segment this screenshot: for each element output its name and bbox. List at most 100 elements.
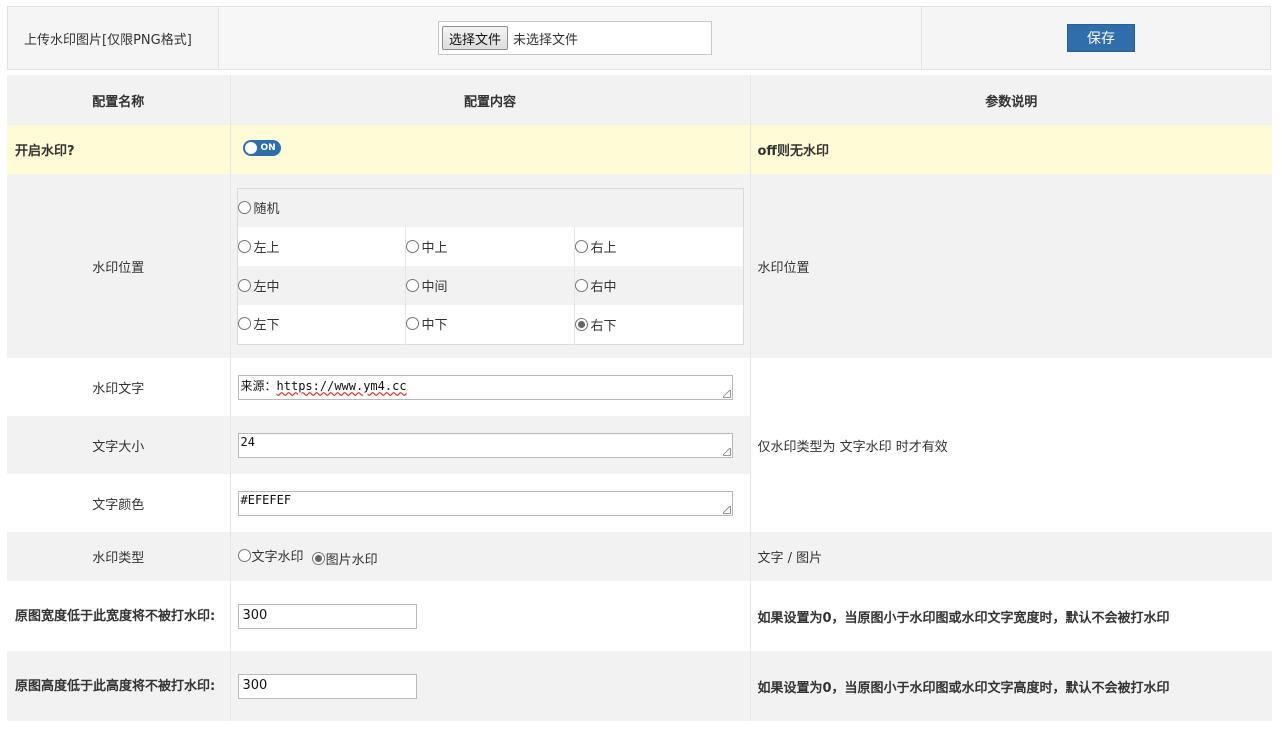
upload-label: 上传水印图片[仅限PNG格式] bbox=[24, 32, 192, 48]
radio-label: 图片水印 bbox=[325, 552, 378, 568]
min-height-desc: 如果设置为0，当原图小于水印图或水印文字高度时，默认不会被打水印 bbox=[749, 651, 1272, 721]
radio-circle bbox=[405, 239, 419, 253]
position-grid: 随机 左上 中上 右上 左中 中间 右中 左下 中下 右下 bbox=[236, 187, 744, 345]
watermark-text-input[interactable]: 来源：https://www.ym4.cc bbox=[237, 374, 733, 400]
radio-circle bbox=[405, 278, 419, 292]
min-height-cell: 300 bbox=[229, 651, 750, 721]
table-row: 开启水印? ON off则无水印 bbox=[7, 125, 1272, 174]
min-height-label: 原图高度低于此高度将不被打水印: bbox=[7, 651, 230, 721]
position-cell-bottom-left: 左下 bbox=[237, 305, 405, 344]
min-width-cell: 300 bbox=[229, 581, 750, 651]
position-bottom-right-radio[interactable]: 右下 bbox=[574, 315, 617, 334]
radio-label: 右上 bbox=[590, 240, 617, 256]
upload-label-cell: 上传水印图片[仅限PNG格式] bbox=[8, 7, 219, 69]
font-color-label: 文字颜色 bbox=[7, 474, 230, 532]
font-size-cell: 24 bbox=[229, 416, 750, 474]
font-size-label: 文字大小 bbox=[7, 416, 230, 474]
min-width-label: 原图宽度低于此宽度将不被打水印: bbox=[7, 581, 230, 651]
font-color-input[interactable]: #EFEFEF bbox=[237, 490, 733, 516]
radio-circle bbox=[237, 239, 251, 253]
watermark-toggle[interactable]: ON bbox=[242, 140, 281, 156]
position-cell-top-center: 中上 bbox=[404, 227, 574, 266]
choose-file-button[interactable]: 选择文件 bbox=[442, 26, 509, 50]
file-status: 未选择文件 bbox=[513, 32, 579, 48]
radio-label: 右中 bbox=[590, 279, 617, 295]
radio-circle bbox=[237, 200, 251, 214]
table-row: 原图宽度低于此宽度将不被打水印: 300 如果设置为0，当原图小于水印图或水印文… bbox=[7, 581, 1272, 651]
type-cell: 文字水印 图片水印 bbox=[229, 532, 750, 581]
position-cell-center: 中间 bbox=[404, 266, 574, 305]
font-size-input[interactable]: 24 bbox=[237, 432, 733, 458]
resize-grip-icon[interactable] bbox=[722, 505, 731, 514]
radio-label: 左上 bbox=[253, 240, 280, 256]
position-bottom-center-radio[interactable]: 中下 bbox=[405, 314, 448, 334]
upload-bar: 上传水印图片[仅限PNG格式] 选择文件 未选择文件 保存 bbox=[7, 6, 1271, 70]
table-row: 水印位置 随机 左上 中上 右上 左中 中间 右中 左下 中下 右下 水印位置 bbox=[7, 174, 1272, 358]
type-image-radio[interactable]: 图片水印 bbox=[311, 549, 378, 568]
font-color-cell: #EFEFEF bbox=[229, 474, 750, 532]
radio-label: 中上 bbox=[421, 240, 448, 256]
text-desc: 仅水印类型为 文字水印 时才有效 bbox=[749, 358, 1272, 532]
position-middle-left-radio[interactable]: 左中 bbox=[237, 276, 280, 295]
save-button[interactable]: 保存 bbox=[1067, 24, 1135, 52]
radio-circle-checked bbox=[574, 317, 588, 331]
radio-label: 中下 bbox=[421, 318, 448, 334]
position-cell-bottom-right: 右下 bbox=[573, 305, 743, 344]
radio-label: 右下 bbox=[590, 318, 617, 334]
type-label: 水印类型 bbox=[7, 532, 230, 581]
header-config-content: 配置内容 bbox=[229, 75, 750, 125]
toggle-text: ON bbox=[260, 143, 276, 153]
header-config-name: 配置名称 bbox=[7, 75, 230, 125]
toggle-knob bbox=[243, 141, 258, 155]
type-desc: 文字 / 图片 bbox=[749, 532, 1272, 581]
table-row: 原图高度低于此高度将不被打水印: 300 如果设置为0，当原图小于水印图或水印文… bbox=[7, 651, 1272, 721]
enable-label: 开启水印? bbox=[7, 125, 230, 174]
position-middle-right-radio[interactable]: 右中 bbox=[574, 276, 617, 295]
radio-label: 左中 bbox=[253, 279, 280, 295]
radio-label: 随机 bbox=[253, 201, 280, 217]
min-width-desc: 如果设置为0，当原图小于水印图或水印文字宽度时，默认不会被打水印 bbox=[749, 581, 1272, 651]
position-label: 水印位置 bbox=[7, 174, 230, 358]
file-input[interactable]: 选择文件 未选择文件 bbox=[438, 21, 712, 55]
min-width-input[interactable]: 300 bbox=[237, 603, 417, 629]
enable-desc: off则无水印 bbox=[749, 125, 1272, 174]
header-param-desc: 参数说明 bbox=[749, 75, 1272, 125]
font-color-value: #EFEFEF bbox=[240, 492, 292, 507]
upload-input-cell: 选择文件 未选择文件 bbox=[219, 7, 922, 69]
save-cell: 保存 bbox=[922, 7, 1270, 69]
table-row: 水印文字 来源：https://www.ym4.cc 仅水印类型为 文字水印 时… bbox=[7, 358, 1272, 532]
position-random-radio[interactable]: 随机 bbox=[237, 198, 280, 217]
position-top-center-radio[interactable]: 中上 bbox=[405, 237, 448, 256]
type-text-radio[interactable]: 文字水印 bbox=[237, 546, 304, 565]
enable-cell: ON bbox=[229, 125, 750, 174]
position-cell-middle-left: 左中 bbox=[237, 266, 405, 305]
position-top-left-radio[interactable]: 左上 bbox=[237, 237, 280, 256]
text-cell: 来源：https://www.ym4.cc bbox=[229, 358, 750, 416]
position-cell: 随机 左上 中上 右上 左中 中间 右中 左下 中下 右下 bbox=[229, 174, 750, 358]
position-bottom-left-radio[interactable]: 左下 bbox=[237, 314, 280, 334]
radio-circle bbox=[405, 317, 419, 331]
position-center-radio[interactable]: 中间 bbox=[405, 276, 448, 295]
radio-label: 中间 bbox=[421, 279, 448, 295]
position-cell-bottom-center: 中下 bbox=[404, 305, 574, 344]
position-desc: 水印位置 bbox=[749, 174, 1272, 358]
text-value-prefix: 来源： bbox=[240, 378, 277, 393]
resize-grip-icon[interactable] bbox=[722, 389, 731, 398]
text-value-url: https://www.ym4.cc bbox=[276, 378, 407, 393]
radio-label: 左下 bbox=[253, 318, 280, 334]
radio-circle bbox=[574, 239, 588, 253]
table-header-row: 配置名称 配置内容 参数说明 bbox=[7, 75, 1272, 125]
resize-grip-icon[interactable] bbox=[722, 447, 731, 456]
text-label: 水印文字 bbox=[7, 358, 230, 416]
min-height-input[interactable]: 300 bbox=[237, 673, 417, 699]
table-row: 水印类型 文字水印 图片水印 文字 / 图片 bbox=[7, 532, 1272, 581]
position-cell-middle-right: 右中 bbox=[573, 266, 743, 305]
config-table: 配置名称 配置内容 参数说明 开启水印? ON off则无水印 水印位置 随机 bbox=[7, 75, 1272, 721]
position-cell-top-left: 左上 bbox=[237, 227, 405, 266]
position-cell-top-right: 右上 bbox=[573, 227, 743, 266]
radio-label: 文字水印 bbox=[251, 549, 304, 565]
radio-circle-checked bbox=[311, 551, 325, 565]
radio-circle bbox=[237, 317, 251, 331]
font-size-value: 24 bbox=[240, 434, 255, 449]
position-top-right-radio[interactable]: 右上 bbox=[574, 237, 617, 256]
